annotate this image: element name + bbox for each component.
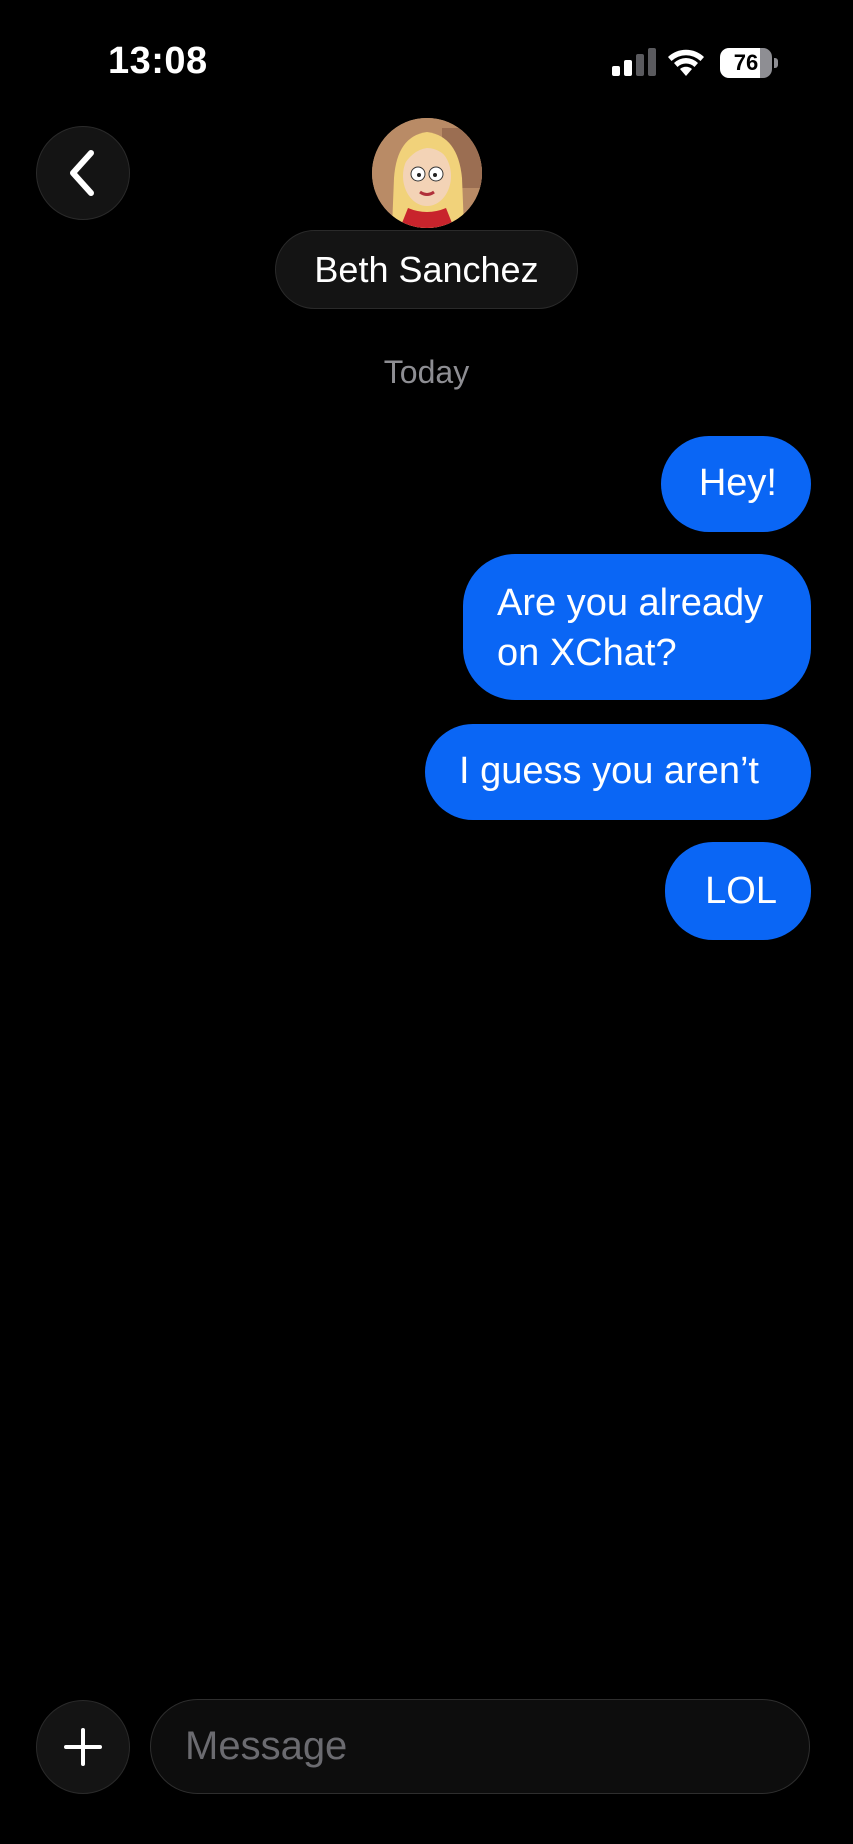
plus-icon (64, 1728, 102, 1766)
avatar-illustration (372, 118, 482, 228)
date-separator: Today (383, 354, 470, 390)
cellular-signal-icon (612, 48, 656, 76)
battery-tip (774, 58, 778, 68)
add-attachment-button[interactable] (36, 1700, 130, 1794)
battery-icon: 76 (720, 48, 778, 78)
back-button[interactable] (36, 126, 130, 220)
chevron-left-icon (70, 150, 94, 196)
contact-avatar[interactable] (372, 118, 482, 228)
message-input[interactable] (150, 1699, 810, 1794)
message-bubble-outgoing[interactable]: Are you already on XChat? (463, 554, 811, 700)
battery-body: 76 (720, 48, 772, 78)
message-bubble-outgoing[interactable]: Hey! (661, 436, 811, 532)
message-bubble-outgoing[interactable]: LOL (665, 842, 811, 940)
contact-name-button[interactable]: Beth Sanchez (275, 230, 578, 309)
message-bubble-outgoing[interactable]: I guess you aren’t (425, 724, 811, 820)
battery-percentage: 76 (733, 50, 759, 75)
contact-name: Beth Sanchez (314, 248, 539, 290)
wifi-icon (668, 49, 704, 76)
status-time: 13:08 (108, 40, 208, 82)
